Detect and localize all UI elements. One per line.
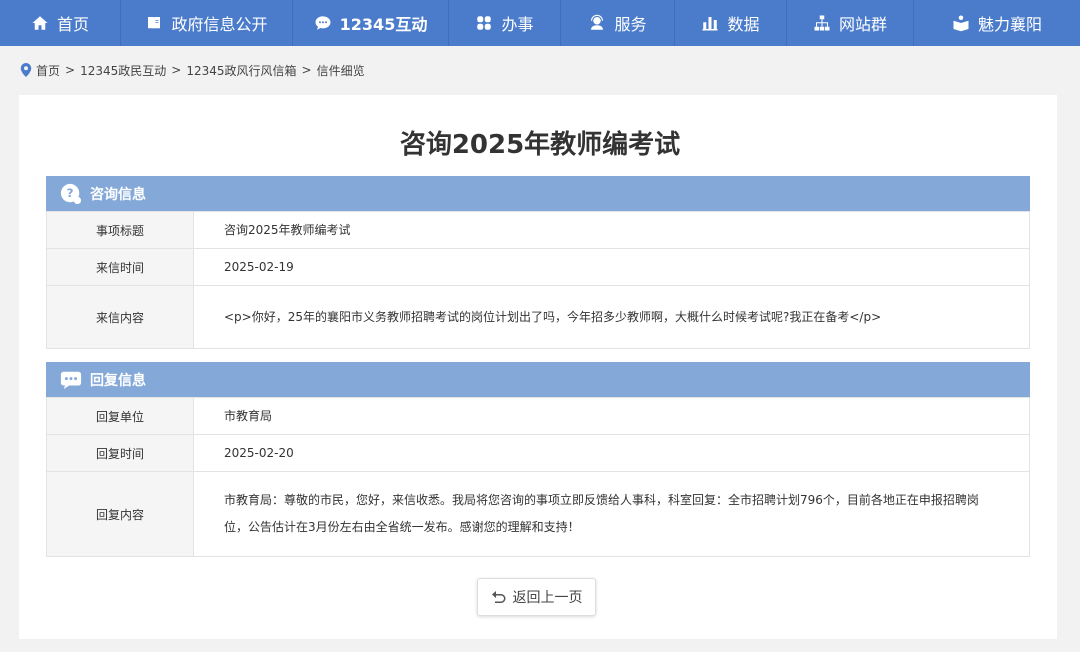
nav-label: 政府信息公开	[171, 15, 268, 34]
nav-label: 网站群	[838, 15, 887, 34]
grid-icon	[477, 16, 492, 30]
open-book-icon	[953, 15, 969, 32]
table-row: 回复时间 2025-02-20	[46, 434, 1030, 472]
row-value: <p>你好，25年的襄阳市义务教师招聘考试的岗位计划出了吗，今年招多少教师啊，大…	[193, 285, 1030, 349]
table-row: 来信内容 <p>你好，25年的襄阳市义务教师招聘考试的岗位计划出了吗，今年招多少…	[46, 285, 1030, 349]
nav-home[interactable]: 首页	[0, 0, 121, 46]
nav-label: 数据	[727, 15, 760, 34]
row-value: 市教育局	[193, 397, 1030, 435]
row-label: 事项标题	[46, 211, 194, 249]
table-row: 回复单位 市教育局	[46, 397, 1030, 435]
page-title: 咨询2025年教师编考试	[399, 130, 681, 160]
breadcrumb-mailbox[interactable]: 12345政风行风信箱	[186, 62, 296, 79]
nav-label: 魅力襄阳	[977, 15, 1042, 34]
back-button[interactable]: 返回上一页	[477, 578, 596, 616]
nav-data[interactable]: 数据	[675, 0, 787, 46]
sitemap-icon	[814, 15, 830, 31]
service-person-icon	[591, 14, 604, 30]
nav-affairs[interactable]: 办事	[449, 0, 561, 46]
book-icon	[148, 17, 161, 29]
message-dots-icon	[60, 371, 82, 390]
nav-label: 服务	[614, 15, 647, 34]
reply-section-header: 回复信息	[46, 362, 1030, 398]
nav-service[interactable]: 服务	[561, 0, 675, 46]
breadcrumb-separator: >	[301, 63, 312, 77]
back-button-label: 返回上一页	[512, 590, 583, 606]
nav-label: 办事	[501, 15, 534, 34]
nav-label: 首页	[56, 15, 89, 34]
table-row: 来信时间 2025-02-19	[46, 248, 1030, 286]
row-value: 咨询2025年教师编考试	[193, 211, 1030, 249]
location-pin-icon	[20, 63, 32, 77]
row-label: 来信时间	[46, 248, 194, 286]
breadcrumb-interaction[interactable]: 12345政民互动	[80, 62, 166, 79]
breadcrumb-separator: >	[171, 63, 182, 77]
nav-label: 12345互动	[339, 15, 428, 34]
breadcrumb-current: 信件细览	[316, 63, 365, 78]
inquiry-section-title: 咨询信息	[90, 187, 146, 203]
undo-arrow-icon	[491, 591, 505, 603]
reply-table: 回复单位 市教育局 回复时间 2025-02-20 回复内容 市教育局：尊敬的市…	[46, 397, 1030, 557]
row-label: 回复单位	[46, 397, 194, 435]
bar-chart-icon	[702, 17, 718, 31]
breadcrumb-separator: >	[65, 63, 76, 77]
svg-text:?: ?	[67, 186, 74, 200]
inquiry-table: 事项标题 咨询2025年教师编考试 来信时间 2025-02-19 来信内容 <…	[46, 211, 1030, 349]
row-label: 来信内容	[46, 285, 194, 349]
row-value: 市教育局：尊敬的市民，您好，来信收悉。我局将您咨询的事项立即反馈给人事科，科室回…	[193, 471, 1030, 557]
row-value: 2025-02-19	[193, 248, 1030, 286]
home-icon	[32, 16, 48, 30]
row-value: 2025-02-20	[193, 434, 1030, 472]
breadcrumb: 首页 > 12345政民互动 > 12345政风行风信箱 > 信件细览	[0, 46, 1080, 94]
nav-site-group[interactable]: 网站群	[787, 0, 914, 46]
row-label: 回复内容	[46, 471, 194, 557]
nav-charm-xiangyang[interactable]: 魅力襄阳	[914, 0, 1080, 46]
nav-gov-info[interactable]: 政府信息公开	[121, 0, 293, 46]
reply-section-title: 回复信息	[90, 373, 146, 389]
row-label: 回复时间	[46, 434, 194, 472]
question-bubble-icon: ?	[60, 183, 82, 205]
nav-12345[interactable]: 12345互动	[293, 0, 449, 46]
chat-icon	[315, 16, 331, 30]
breadcrumb-home[interactable]: 首页	[36, 62, 60, 79]
inquiry-section-header: ? 咨询信息	[46, 176, 1030, 212]
top-nav: 首页 政府信息公开 12345互动 办事 服务 数据 网站群 魅力襄阳	[0, 0, 1080, 46]
table-row: 回复内容 市教育局：尊敬的市民，您好，来信收悉。我局将您咨询的事项立即反馈给人事…	[46, 471, 1030, 557]
table-row: 事项标题 咨询2025年教师编考试	[46, 211, 1030, 249]
